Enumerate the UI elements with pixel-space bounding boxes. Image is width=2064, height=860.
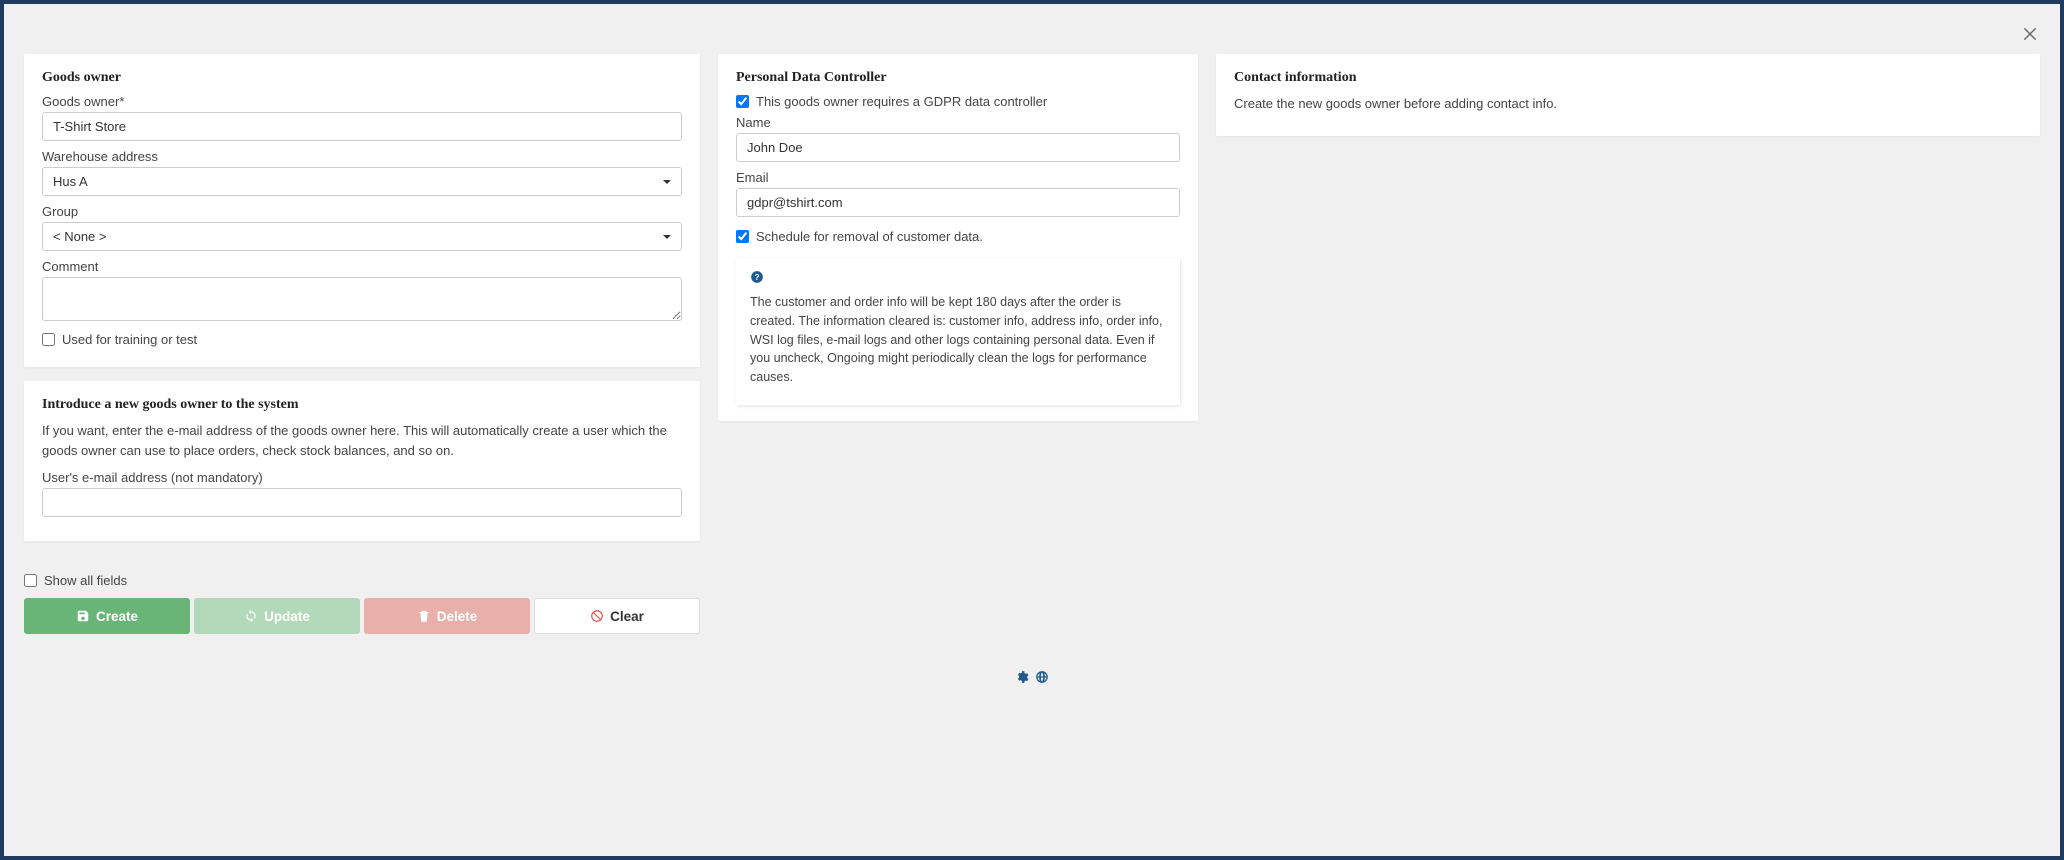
page-container: Goods owner Goods owner* Warehouse addre… (4, 4, 2060, 856)
show-all-fields-checkbox[interactable] (24, 574, 37, 587)
columns: Goods owner Goods owner* Warehouse addre… (24, 24, 2040, 634)
group-label: Group (42, 204, 682, 219)
clear-button-label: Clear (610, 609, 644, 624)
gdpr-name-input[interactable] (736, 133, 1180, 162)
column-goods-owner: Goods owner Goods owner* Warehouse addre… (24, 54, 700, 634)
contact-title: Contact information (1234, 70, 2022, 86)
gdpr-info-box: ? The customer and order info will be ke… (736, 258, 1180, 405)
svg-text:?: ? (755, 273, 760, 282)
delete-button: Delete (364, 598, 530, 634)
refresh-icon (244, 609, 258, 623)
gdpr-require-label: This goods owner requires a GDPR data co… (756, 94, 1047, 109)
introduce-title: Introduce a new goods owner to the syste… (42, 397, 682, 413)
save-icon (76, 609, 90, 623)
update-button: Update (194, 598, 360, 634)
clear-button[interactable]: Clear (534, 598, 700, 634)
gdpr-info-body: The customer and order info will be kept… (750, 293, 1166, 387)
create-button-label: Create (96, 609, 138, 624)
gdpr-email-label: Email (736, 170, 1180, 185)
contact-card: Contact information Create the new goods… (1216, 54, 2040, 136)
introduce-card: Introduce a new goods owner to the syste… (24, 381, 700, 541)
update-button-label: Update (264, 609, 310, 624)
gdpr-schedule-checkbox[interactable] (736, 230, 749, 243)
trash-icon (417, 609, 431, 623)
globe-icon[interactable] (1035, 670, 1049, 687)
training-label: Used for training or test (62, 332, 197, 347)
introduce-email-input[interactable] (42, 488, 682, 517)
gdpr-require-checkbox[interactable] (736, 95, 749, 108)
gdpr-card: Personal Data Controller This goods owne… (718, 54, 1198, 421)
warehouse-address-label: Warehouse address (42, 149, 682, 164)
warehouse-address-select[interactable]: Hus A (42, 167, 682, 196)
goods-owner-name-input[interactable] (42, 112, 682, 141)
gdpr-schedule-label: Schedule for removal of customer data. (756, 229, 983, 244)
comment-label: Comment (42, 259, 682, 274)
column-contact: Contact information Create the new goods… (1216, 54, 2040, 634)
column-gdpr: Personal Data Controller This goods owne… (718, 54, 1198, 634)
group-select[interactable]: < None > (42, 222, 682, 251)
create-button[interactable]: Create (24, 598, 190, 634)
bottom-controls: Show all fields Create Update Delete (24, 569, 700, 634)
goods-owner-title: Goods owner (42, 70, 682, 86)
introduce-email-label: User's e-mail address (not mandatory) (42, 470, 682, 485)
introduce-body: If you want, enter the e-mail address of… (42, 421, 682, 460)
contact-body: Create the new goods owner before adding… (1234, 94, 2022, 114)
gdpr-email-input[interactable] (736, 188, 1180, 217)
training-checkbox[interactable] (42, 333, 55, 346)
gdpr-name-label: Name (736, 115, 1180, 130)
close-icon (2021, 25, 2039, 43)
comment-textarea[interactable] (42, 277, 682, 321)
close-button[interactable] (2018, 22, 2042, 46)
show-all-fields-label: Show all fields (44, 573, 127, 588)
goods-owner-card: Goods owner Goods owner* Warehouse addre… (24, 54, 700, 367)
goods-owner-name-label: Goods owner* (42, 94, 682, 109)
clear-icon (590, 609, 604, 623)
settings-icon[interactable] (1015, 670, 1029, 687)
button-row: Create Update Delete Clear (24, 598, 700, 634)
info-icon: ? (750, 270, 1166, 287)
footer-icons (24, 670, 2040, 687)
delete-button-label: Delete (437, 609, 478, 624)
gdpr-title: Personal Data Controller (736, 70, 1180, 86)
